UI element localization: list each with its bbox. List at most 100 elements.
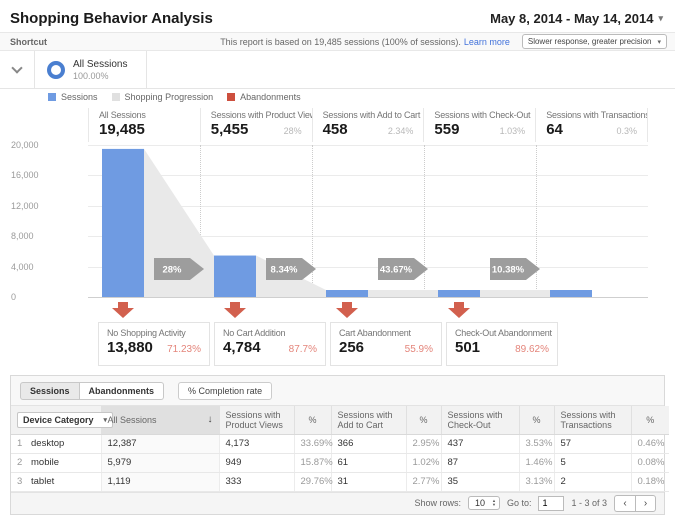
table-row: 3tablet1,11933329.76%312.77%353.13%20.18… <box>11 472 669 491</box>
card-check-out-abandonment: Check-Out Abandonment 50189.62% <box>446 322 558 366</box>
abandonment-arrow-icon <box>224 302 246 318</box>
device-category-header: Device Category ▾ <box>11 406 101 434</box>
goto-label: Go to: <box>507 498 532 508</box>
column-header-product-views[interactable]: Sessions with Product Views <box>219 406 294 434</box>
row-range-text: 1 - 3 of 3 <box>571 498 607 508</box>
shortcut-button[interactable]: Shortcut <box>10 37 47 47</box>
chevron-down-icon: ▾ <box>657 38 661 46</box>
tab-sessions[interactable]: Sessions <box>20 382 80 400</box>
learn-more-link[interactable]: Learn more <box>464 37 510 47</box>
percent-cell: 0.18% <box>631 472 669 491</box>
transition-percent-label: 8.34% <box>271 265 298 276</box>
shopping-behavior-page: Shopping Behavior Analysis May 8, 2014 -… <box>0 0 675 515</box>
pagination: ‹ › <box>614 495 656 512</box>
metric-cell: 2 <box>554 472 631 491</box>
sessions-bar <box>326 290 368 297</box>
metric-cell: 57 <box>554 434 631 453</box>
segment-chip-all-sessions[interactable]: All Sessions 100.00% <box>34 51 147 88</box>
show-rows-label: Show rows: <box>414 498 461 508</box>
metric-cell: 31 <box>331 472 406 491</box>
table-footer: Show rows: 10 ▲▼ Go to: 1 - 3 of 3 ‹ › <box>11 492 664 514</box>
completion-rate-toggle[interactable]: % Completion rate <box>178 382 272 400</box>
metric-cell: 949 <box>219 453 294 472</box>
page-title: Shopping Behavior Analysis <box>10 10 213 27</box>
percent-cell: 33.69% <box>294 434 331 453</box>
all-sessions-cell: 12,387 <box>101 434 219 453</box>
chevron-down-icon: ▾ <box>658 13 663 24</box>
percent-cell: 1.46% <box>519 453 554 472</box>
abandonment-arrow-icon <box>112 302 134 318</box>
percent-cell: 15.87% <box>294 453 331 472</box>
metric-cell: 437 <box>441 434 519 453</box>
device-cell: 3tablet <box>11 472 101 491</box>
legend-item-abandonments: Abandonments <box>227 92 301 102</box>
device-table-card: Sessions Abandonments % Completion rate … <box>10 375 665 515</box>
show-rows-select[interactable]: 10 ▲▼ <box>468 496 500 510</box>
column-header-check-out[interactable]: Sessions with Check-Out <box>441 406 519 434</box>
tab-abandonments[interactable]: Abandonments <box>80 382 165 400</box>
legend-item-sessions: Sessions <box>48 92 98 102</box>
column-header-product-views-pct[interactable]: % <box>294 406 331 434</box>
stepper-icon: ▲▼ <box>492 499 496 507</box>
previous-page-button[interactable]: ‹ <box>614 495 635 512</box>
device-category-dropdown[interactable]: Device Category ▾ <box>17 412 113 428</box>
column-header-all-sessions[interactable]: All Sessions ↓ <box>101 406 219 434</box>
sessions-bar <box>550 290 592 297</box>
column-header-add-to-cart-pct[interactable]: % <box>406 406 441 434</box>
column-header-check-out-pct[interactable]: % <box>519 406 554 434</box>
table-tabs: Sessions Abandonments <box>20 382 164 400</box>
precision-dropdown-value: Slower response, greater precision <box>528 37 652 46</box>
column-header-transactions[interactable]: Sessions with Transactions <box>554 406 631 434</box>
metric-cell: 35 <box>441 472 519 491</box>
segment-row: All Sessions 100.00% <box>0 51 675 89</box>
sessions-bar <box>102 149 144 297</box>
sessions-bar <box>214 256 256 297</box>
table-toolbar: Sessions Abandonments % Completion rate <box>11 376 664 406</box>
percent-cell: 3.13% <box>519 472 554 491</box>
table-row: 1desktop12,3874,17333.69%3662.95%4373.53… <box>11 434 669 453</box>
card-cart-abandonment: Cart Abandonment 25655.9% <box>330 322 442 366</box>
card-no-shopping-activity: No Shopping Activity 13,88071.23% <box>98 322 210 366</box>
legend-swatch-sessions <box>48 93 56 101</box>
card-no-cart-addition: No Cart Addition 4,78487.7% <box>214 322 326 366</box>
percent-cell: 1.02% <box>406 453 441 472</box>
metric-cell: 366 <box>331 434 406 453</box>
goto-page-input[interactable] <box>538 496 564 511</box>
transition-percent-label: 10.38% <box>492 265 525 276</box>
metric-cell: 4,173 <box>219 434 294 453</box>
progression-area <box>480 290 550 297</box>
table-row: 2mobile5,97994915.87%611.02%871.46%50.08… <box>11 453 669 472</box>
report-header: Shopping Behavior Analysis May 8, 2014 -… <box>0 0 675 32</box>
device-cell: 1desktop <box>11 434 101 453</box>
all-sessions-cell: 5,979 <box>101 453 219 472</box>
transition-percent-label: 43.67% <box>380 265 413 276</box>
date-range-selector[interactable]: May 8, 2014 - May 14, 2014 ▾ <box>490 11 663 26</box>
date-range-label: May 8, 2014 - May 14, 2014 <box>490 11 653 26</box>
table-header-row: Device Category ▾ All Sessions ↓ Session… <box>11 406 669 434</box>
segment-collapse-button[interactable] <box>0 51 34 88</box>
device-cell: 2mobile <box>11 453 101 472</box>
abandonment-cards: No Shopping Activity 13,88071.23% No Car… <box>98 322 558 366</box>
percent-cell: 2.77% <box>406 472 441 491</box>
all-sessions-cell: 1,119 <box>101 472 219 491</box>
metric-cell: 61 <box>331 453 406 472</box>
precision-dropdown[interactable]: Slower response, greater precision ▾ <box>522 34 667 49</box>
abandonment-arrow-icon <box>336 302 358 318</box>
sort-descending-icon: ↓ <box>208 414 213 425</box>
progression-area <box>368 290 438 297</box>
report-basis-text: This report is based on 19,485 sessions … <box>220 37 461 47</box>
segment-name: All Sessions <box>73 59 127 70</box>
column-header-transactions-pct[interactable]: % <box>631 406 669 434</box>
percent-cell: 0.08% <box>631 453 669 472</box>
legend-item-shopping-progression: Shopping Progression <box>112 92 214 102</box>
abandonment-arrow-icon <box>448 302 470 318</box>
percent-cell: 2.95% <box>406 434 441 453</box>
segment-donut-icon <box>47 61 65 79</box>
legend-swatch-progression <box>112 93 120 101</box>
metric-cell: 333 <box>219 472 294 491</box>
column-header-add-to-cart[interactable]: Sessions with Add to Cart <box>331 406 406 434</box>
metric-cell: 87 <box>441 453 519 472</box>
next-page-button[interactable]: › <box>635 495 656 512</box>
legend-swatch-abandonments <box>227 93 235 101</box>
report-toolbar: Shortcut This report is based on 19,485 … <box>0 32 675 51</box>
